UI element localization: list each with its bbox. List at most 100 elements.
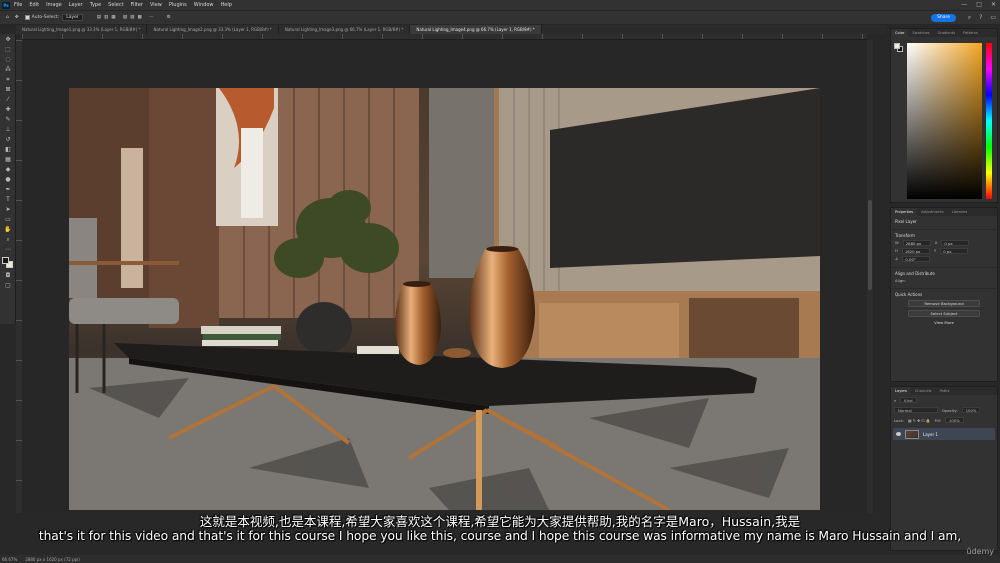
maximize-icon[interactable]: □: [976, 1, 982, 8]
marquee-tool-icon[interactable]: ⬚: [3, 46, 13, 54]
tab-layers[interactable]: Layers: [891, 387, 911, 395]
layer-item[interactable]: Layer 1: [893, 428, 995, 440]
screen-mode-icon[interactable]: ▢: [3, 282, 13, 290]
quick-actions-title[interactable]: Quick Actions: [895, 292, 993, 297]
quick-mask-icon[interactable]: ◘: [3, 272, 13, 280]
align-section: Align and Distribute Align:: [891, 268, 997, 289]
menu-help[interactable]: Help: [221, 2, 232, 8]
blend-mode-dropdown[interactable]: Normal: [894, 407, 938, 413]
tab-image1[interactable]: Natural Lighting_Image1.png @ 33.3% (Lay…: [16, 25, 148, 34]
move-icon[interactable]: ✥: [15, 15, 19, 20]
x-field[interactable]: 0 px: [941, 240, 970, 246]
menu-view[interactable]: View: [150, 2, 162, 8]
brush-tool-icon[interactable]: ✎: [3, 116, 13, 124]
auto-select-option[interactable]: Auto-Select: Layer: [24, 14, 83, 21]
angle-field[interactable]: 0.00°: [902, 256, 931, 262]
tab-swatches[interactable]: Swatches: [908, 29, 933, 37]
panel-color-swatches[interactable]: [894, 43, 904, 53]
document-size: 2880 px x 1620 px (72 ppi): [25, 556, 80, 562]
help-icon[interactable]: ?: [979, 14, 982, 22]
stamp-tool-icon[interactable]: ⊥: [3, 126, 13, 134]
color-swatches[interactable]: [2, 257, 14, 269]
transform-section: Transform W 2880 px X 0 px H 1620 px Y 0…: [891, 230, 997, 268]
history-brush-icon[interactable]: ↺: [3, 136, 13, 144]
tab-image4[interactable]: Natural Lighting_Image4.png @ 66.7% (Lay…: [410, 25, 542, 34]
properties-panel: Properties Adjustments Libraries Pixel L…: [890, 207, 998, 382]
move-tool-icon[interactable]: ✥: [3, 36, 13, 44]
eyedropper-tool-icon[interactable]: ⁄: [3, 96, 13, 104]
workspace-icon[interactable]: ▭: [990, 14, 996, 22]
scrollbar-thumb[interactable]: [868, 200, 872, 290]
lock-icons[interactable]: ▦ ✎ ✥ ⊡ 🔒: [908, 418, 931, 423]
share-button[interactable]: Share: [931, 14, 956, 22]
home-icon[interactable]: ⌂: [6, 15, 9, 20]
foreground-color-swatch[interactable]: [2, 257, 9, 264]
options-bar: ⌂ ✥ Auto-Select: Layer ▤▥▦ ▧▨▩ ⋯ ⚙ Share…: [0, 10, 1000, 25]
y-field[interactable]: 0 px: [940, 248, 969, 254]
search-icon: ⌕: [894, 397, 897, 403]
tab-libraries[interactable]: Libraries: [948, 208, 972, 216]
menu-select[interactable]: Select: [108, 2, 123, 8]
shape-tool-icon[interactable]: ▭: [3, 216, 13, 224]
layer-name[interactable]: Layer 1: [923, 432, 938, 437]
tab-image2[interactable]: Natural Lighting_Image2.png @ 33.3% (Lay…: [147, 25, 279, 34]
menu-image[interactable]: Image: [46, 2, 62, 8]
udemy-watermark: ûdemy: [966, 547, 994, 556]
tab-adjustments[interactable]: Adjustments: [917, 208, 948, 216]
remove-background-button[interactable]: Remove Background: [908, 300, 980, 307]
tab-properties[interactable]: Properties: [891, 208, 918, 216]
menu-layer[interactable]: Layer: [69, 2, 83, 8]
eraser-tool-icon[interactable]: ◧: [3, 146, 13, 154]
opacity-field[interactable]: 100%: [961, 407, 981, 413]
menu-filter[interactable]: Filter: [131, 2, 143, 8]
height-field[interactable]: 1620 px: [901, 248, 930, 254]
vertical-scrollbar[interactable]: [867, 40, 873, 513]
auto-select-checkbox[interactable]: [24, 15, 30, 20]
view-more-button[interactable]: View More: [908, 320, 980, 327]
lasso-tool-icon[interactable]: ◌: [3, 56, 13, 64]
crop-tool-icon[interactable]: ⌗: [3, 76, 13, 84]
menu-file[interactable]: File: [14, 2, 22, 8]
align-icons[interactable]: ▤▥▦ ▧▨▩ ⋯: [97, 15, 157, 20]
transform-title[interactable]: Transform: [895, 233, 993, 238]
blur-tool-icon[interactable]: ◆: [3, 166, 13, 174]
menu-edit[interactable]: Edit: [29, 2, 39, 8]
quick-select-tool-icon[interactable]: ⁂: [3, 66, 13, 74]
tab-patterns[interactable]: Patterns: [959, 29, 982, 37]
frame-tool-icon[interactable]: ⊠: [3, 86, 13, 94]
color-picker-field[interactable]: [907, 43, 982, 199]
path-select-tool-icon[interactable]: ➤: [3, 206, 13, 214]
fill-field[interactable]: 100%: [944, 417, 964, 423]
zoom-level[interactable]: 66.67%: [2, 557, 17, 562]
menu-plugins[interactable]: Plugins: [169, 2, 187, 8]
document-image[interactable]: [69, 88, 820, 510]
panel-foreground-swatch[interactable]: [894, 43, 900, 49]
hand-tool-icon[interactable]: ✋: [3, 226, 13, 234]
kind-filter-dropdown[interactable]: Kind: [900, 397, 917, 403]
dodge-tool-icon[interactable]: ●: [3, 176, 13, 184]
menu-window[interactable]: Window: [194, 2, 214, 8]
tab-image3[interactable]: Natural Lighting_Image3.png @ 66.7% (Lay…: [278, 25, 411, 34]
gradient-tool-icon[interactable]: ▦: [3, 156, 13, 164]
type-tool-icon[interactable]: T: [3, 196, 13, 204]
auto-select-dropdown[interactable]: Layer: [62, 14, 83, 21]
eye-icon[interactable]: [896, 432, 901, 436]
menu-type[interactable]: Type: [90, 2, 101, 8]
tab-color[interactable]: Color: [891, 29, 909, 37]
width-field[interactable]: 2880 px: [902, 240, 931, 246]
minimize-icon[interactable]: —: [961, 1, 967, 8]
hue-slider[interactable]: [986, 43, 992, 199]
select-subject-button[interactable]: Select Subject: [908, 310, 980, 317]
zoom-tool-icon[interactable]: ⌕: [3, 236, 13, 244]
align-title[interactable]: Align and Distribute: [895, 271, 993, 276]
settings-icon[interactable]: ⚙: [167, 15, 171, 20]
layer-type-section: Pixel Layer: [891, 216, 997, 230]
tab-paths[interactable]: Paths: [936, 387, 954, 395]
tab-channels[interactable]: Channels: [911, 387, 936, 395]
pen-tool-icon[interactable]: ✒: [3, 186, 13, 194]
more-tools-icon[interactable]: ⋯: [3, 246, 13, 254]
tab-gradients[interactable]: Gradients: [934, 29, 960, 37]
search-icon[interactable]: ⌕: [968, 14, 971, 22]
healing-tool-icon[interactable]: ✚: [3, 106, 13, 114]
close-icon[interactable]: ✕: [991, 1, 996, 8]
